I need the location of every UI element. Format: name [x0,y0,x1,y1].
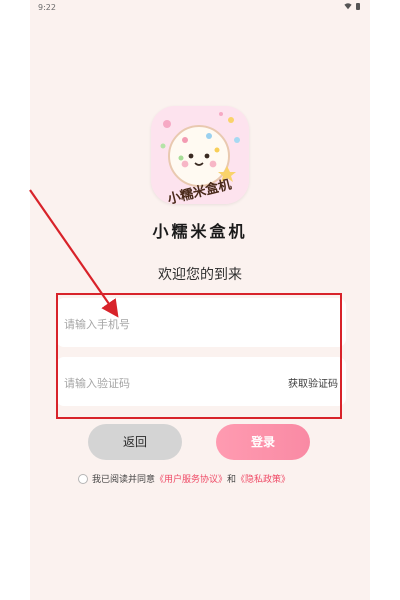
agreement-checkbox[interactable] [78,473,88,484]
status-bar: 9:22 [30,0,370,16]
login-form: 请输入手机号 请输入验证码 获取验证码 [56,298,346,416]
login-button[interactable]: 登录 [216,424,310,460]
privacy-policy-link[interactable]: 《隐私政策》 [236,472,290,485]
app-name: 小糯米盒机 [152,222,248,241]
status-icons [344,2,360,10]
agreement-and: 和 [227,475,237,485]
battery-icon [356,2,360,10]
status-time: 9:22 [38,3,56,12]
wifi-icon [344,3,352,10]
code-placeholder: 请输入验证码 [64,377,130,390]
code-field[interactable]: 请输入验证码 获取验证码 [56,357,346,406]
phone-placeholder: 请输入手机号 [64,318,130,331]
welcome-text: 欢迎您的到来 [158,267,242,283]
get-code-button[interactable]: 获取验证码 [288,375,338,390]
phone-field[interactable]: 请输入手机号 [56,298,346,347]
rice-ball-mascot-icon: 小糯米盒机 [151,106,249,204]
back-button[interactable]: 返回 [88,424,182,460]
login-screen: 9:22 小糯米盒机 小糯米盒机 欢迎您的到来 请输入手机号 请输入验证码 获取… [30,0,370,600]
agreement-row: 我已阅读并同意 《用户服务协议》 和 《隐私政策》 [78,472,358,485]
app-logo: 小糯米盒机 [151,106,249,204]
agreement-prefix: 我已阅读并同意 [92,475,156,485]
user-agreement-link[interactable]: 《用户服务协议》 [155,472,227,485]
